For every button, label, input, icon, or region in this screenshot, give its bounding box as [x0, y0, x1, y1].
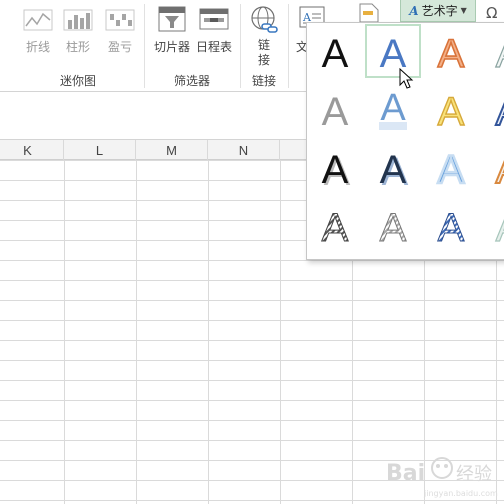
svg-text:经验: 经验: [456, 464, 492, 485]
svg-text:Bai: Bai: [386, 461, 425, 486]
wordart-gallery: A A A A A A A A A A A A A A: [306, 22, 504, 260]
sparkline-winloss-icon: [105, 9, 135, 31]
group-separator: [240, 4, 241, 88]
wordart-orange-gradient-icon: A: [437, 31, 466, 77]
svg-text:A: A: [322, 90, 349, 134]
svg-text:jingyan.baidu.com: jingyan.baidu.com: [423, 489, 498, 498]
wordart-style-striped-light[interactable]: A: [365, 198, 421, 252]
wordart-orange-glow-icon: A: [495, 147, 504, 193]
wordart-faint-green-icon: A: [495, 205, 504, 250]
sparkline-column-icon: [63, 9, 93, 31]
svg-text:A: A: [438, 148, 465, 192]
wordart-gold-outline-icon: A: [437, 89, 465, 134]
timeline-button[interactable]: 日程表: [194, 4, 234, 64]
sparkline-line-icon: [23, 9, 53, 31]
link-icon: [251, 6, 278, 33]
chevron-down-icon: ▼: [460, 6, 467, 15]
links-group-label: 链接: [251, 74, 276, 88]
wordart-style-striped-gray[interactable]: A: [307, 198, 363, 252]
link-button[interactable]: 链接: [246, 4, 282, 70]
wordart-dropdown-button[interactable]: A 艺术字 ▼: [400, 0, 476, 22]
wordart-blue-outline-icon: A: [380, 32, 407, 76]
wordart-striped-blue-icon: A: [437, 206, 465, 251]
wordart-style-gray-shadow[interactable]: A: [307, 82, 363, 136]
wordart-style-blue-reflection[interactable]: A: [365, 82, 421, 136]
wordart-style-dark-blue-shadow[interactable]: A A: [365, 140, 421, 194]
wordart-light-outline-icon: A: [495, 31, 504, 76]
baidu-watermark-logo: Bai 经验 jingyan.baidu.com: [386, 457, 498, 498]
wordart-blue-bevel-icon: A: [495, 89, 504, 135]
svg-text:A: A: [380, 148, 407, 192]
svg-text:A: A: [496, 90, 504, 134]
wordart-style-faint-green[interactable]: A: [481, 198, 504, 252]
wordart-blue-glow-icon: A: [436, 147, 466, 194]
wordart-black-outline-shadow-icon: A A: [322, 148, 351, 194]
svg-text:A: A: [322, 148, 349, 192]
symbol-icon: Ω: [486, 4, 497, 22]
wordart-striped-light-icon: A: [379, 206, 407, 251]
column-header-n[interactable]: N: [208, 140, 280, 160]
wordart-style-blue-bevel[interactable]: A: [481, 82, 504, 136]
sparkline-winloss-button[interactable]: 盈亏: [100, 6, 140, 66]
wordart-style-blue-glow[interactable]: A: [423, 140, 479, 194]
wordart-style-gold-outline[interactable]: A: [423, 82, 479, 136]
wordart-icon: A: [409, 3, 419, 18]
wordart-dark-blue-shadow-icon: A A: [380, 148, 409, 194]
wordart-gray-shadow-icon: A: [322, 90, 349, 134]
sparkline-line-button[interactable]: 折线: [18, 6, 58, 66]
column-header-m[interactable]: M: [136, 140, 208, 160]
svg-text:Ω: Ω: [486, 4, 497, 22]
svg-text:A: A: [380, 206, 407, 250]
wordart-striped-gray-icon: A: [321, 206, 349, 251]
slicer-icon: [158, 6, 186, 32]
svg-text:A: A: [322, 32, 349, 76]
wordart-style-black-fill[interactable]: A: [307, 24, 363, 78]
svg-text:A: A: [496, 148, 504, 192]
svg-text:A: A: [496, 206, 504, 250]
wordart-style-striped-blue[interactable]: A: [423, 198, 479, 252]
svg-text:A: A: [322, 206, 349, 250]
svg-text:A: A: [438, 206, 465, 250]
wordart-style-orange-glow[interactable]: A: [481, 140, 504, 194]
wordart-style-orange-gradient[interactable]: A: [423, 24, 479, 78]
group-separator: [144, 4, 145, 88]
sparklines-group-label: 迷你图: [59, 74, 96, 88]
column-header-k[interactable]: K: [0, 140, 64, 160]
svg-text:A: A: [438, 32, 465, 76]
svg-text:A: A: [438, 90, 465, 134]
wordart-blue-reflection-icon: A: [379, 87, 407, 130]
mouse-pointer-icon: [399, 68, 414, 89]
timeline-icon: [199, 8, 229, 30]
wordart-style-light-outline[interactable]: A: [481, 24, 504, 78]
wordart-black-fill-icon: A: [322, 32, 349, 76]
header-footer-icon: [359, 3, 379, 22]
column-header-l[interactable]: L: [64, 140, 136, 160]
filters-group-label: 筛选器: [173, 74, 210, 88]
wordart-style-black-outline-shadow[interactable]: A A: [307, 140, 363, 194]
group-separator: [288, 4, 289, 88]
sparkline-column-button[interactable]: 柱形: [58, 6, 98, 66]
svg-text:A: A: [496, 32, 504, 76]
slicer-button[interactable]: 切片器: [150, 4, 194, 64]
